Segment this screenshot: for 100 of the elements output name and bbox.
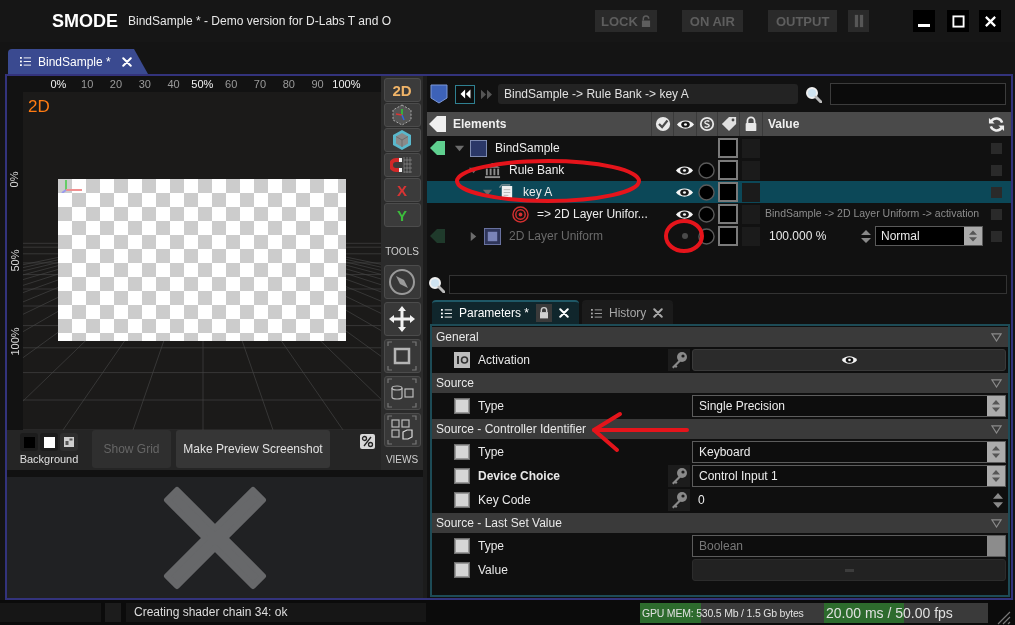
row-checkbox[interactable]: [454, 492, 470, 508]
close-button[interactable]: [979, 10, 1001, 32]
tag-swatch-icon[interactable]: [718, 138, 738, 158]
toolbar-button[interactable]: [383, 128, 421, 152]
ruler-label: 80: [281, 78, 296, 90]
key-icon[interactable]: [668, 489, 690, 511]
lock-toggle[interactable]: [741, 182, 760, 202]
section-triangle-icon[interactable]: [991, 378, 1002, 388]
meter-label: GPU MEM: 530.5 Mb / 1.5 Gb bytes: [641, 605, 805, 621]
row-checkbox[interactable]: [454, 444, 470, 460]
section-header[interactable]: General: [436, 328, 479, 346]
breadcrumb-field[interactable]: BindSample -> Rule Bank -> key A: [498, 84, 798, 104]
dropdown-arrows-icon: [987, 396, 1005, 416]
tag-swatch-icon[interactable]: [718, 204, 738, 224]
row-toggle[interactable]: [990, 208, 1002, 220]
dropdown-handle-icon: [987, 536, 1005, 556]
pattern-swatch-icon[interactable]: [60, 433, 78, 451]
search-field[interactable]: [830, 83, 1006, 105]
annotation-circle: [664, 219, 704, 253]
maximize-icon: [951, 14, 965, 28]
tag-swatch-icon[interactable]: [718, 182, 738, 202]
shield-icon[interactable]: [430, 84, 448, 104]
s-circle-icon[interactable]: [699, 116, 715, 132]
panel-tab[interactable]: History: [582, 300, 674, 324]
ruler-label: 100%: [9, 327, 21, 356]
back-button[interactable]: [455, 84, 475, 104]
maximize-button[interactable]: [947, 10, 969, 32]
refresh-icon[interactable]: [987, 115, 1005, 133]
minimize-button[interactable]: [913, 10, 935, 32]
list-icon: [591, 308, 603, 318]
column-header: Elements: [453, 116, 507, 133]
eye-icon[interactable]: [675, 186, 694, 198]
section-triangle-icon[interactable]: [991, 332, 1002, 342]
toolbar-button[interactable]: 2D: [383, 78, 421, 102]
toolbar-button[interactable]: [383, 153, 421, 177]
switch-icon[interactable]: [454, 352, 470, 368]
key-icon[interactable]: [668, 465, 690, 487]
double-right-arrow-icon[interactable]: [480, 87, 493, 101]
meter-label: 20.00 ms / 50.00 fps: [825, 603, 954, 623]
eye-icon[interactable]: [675, 208, 694, 220]
section-header[interactable]: Source - Last Set Value: [436, 514, 562, 532]
pause-button[interactable]: [848, 10, 870, 32]
percent-icon[interactable]: [360, 434, 375, 449]
toolbar-button[interactable]: [383, 413, 421, 447]
eye-icon[interactable]: [675, 118, 695, 130]
row-toggle[interactable]: [990, 142, 1002, 154]
tag-swatch-icon[interactable]: [718, 160, 738, 180]
key-icon[interactable]: [668, 349, 690, 371]
lock-icon[interactable]: [536, 304, 553, 322]
dropdown[interactable]: Control Input 1: [692, 465, 1006, 487]
section-triangle-icon[interactable]: [991, 424, 1002, 434]
lock-toggle[interactable]: [741, 204, 760, 224]
toolbar-button[interactable]: [383, 265, 421, 299]
dropdown-arrows-icon: [987, 466, 1005, 486]
pointer-arrow-icon[interactable]: [430, 140, 445, 156]
list-icon: [441, 308, 452, 318]
dropdown[interactable]: Single Precision: [692, 395, 1006, 417]
value-field[interactable]: [692, 559, 1006, 581]
gizmo-cube-icon: [390, 104, 414, 126]
cube-icon: [390, 129, 414, 151]
lock-toggle[interactable]: [741, 160, 760, 180]
list-icon: [20, 57, 31, 66]
resize-grip-icon[interactable]: [995, 609, 1011, 625]
activation-toggle[interactable]: [692, 349, 1006, 371]
search-icon[interactable]: [805, 85, 822, 103]
dropdown[interactable]: Keyboard: [692, 441, 1006, 463]
lock-icon[interactable]: [743, 116, 759, 132]
close-icon[interactable]: [653, 308, 664, 318]
row-toggle[interactable]: [990, 186, 1002, 198]
row-checkbox[interactable]: [454, 398, 470, 414]
document-tab[interactable]: BindSample *: [8, 49, 148, 74]
section-triangle-icon[interactable]: [991, 518, 1002, 528]
row-checkbox[interactable]: [454, 562, 470, 578]
compass-icon: [387, 267, 417, 297]
dropdown-arrows-icon: [987, 442, 1005, 462]
eye-icon[interactable]: [675, 164, 694, 176]
row-checkbox[interactable]: [454, 468, 470, 484]
number-field[interactable]: 0: [692, 489, 1006, 511]
ruler-label: 0%: [9, 171, 21, 188]
panel-tab[interactable]: Parameters *: [432, 300, 580, 324]
ruler-label: 70: [252, 78, 268, 90]
toolbar-button[interactable]: [383, 339, 421, 373]
search-icon[interactable]: [428, 276, 445, 293]
document-square-icon: [470, 139, 487, 157]
section-header[interactable]: Source: [436, 374, 475, 392]
filter-field[interactable]: [449, 275, 1007, 294]
tree-item-label: Rule Bank: [509, 162, 565, 179]
toolbar-button[interactable]: Y: [383, 203, 421, 227]
tag-icon[interactable]: [720, 116, 737, 132]
check-circle-icon[interactable]: [654, 116, 671, 132]
spinner-icon: [993, 492, 1003, 508]
left-arrow-icon[interactable]: [429, 115, 446, 133]
row-toggle[interactable]: [990, 164, 1002, 176]
window-title: BindSample * - Demo version for D-Labs T and O: [128, 13, 392, 30]
ruler-label: 40: [166, 78, 181, 90]
pause-icon: [853, 14, 864, 28]
toolbar-button[interactable]: [383, 302, 421, 336]
preview-screenshot-button[interactable]: Make Preview Screenshot: [176, 430, 330, 468]
tree-row[interactable]: key A: [427, 181, 1011, 203]
frame-square-icon: [387, 341, 417, 371]
